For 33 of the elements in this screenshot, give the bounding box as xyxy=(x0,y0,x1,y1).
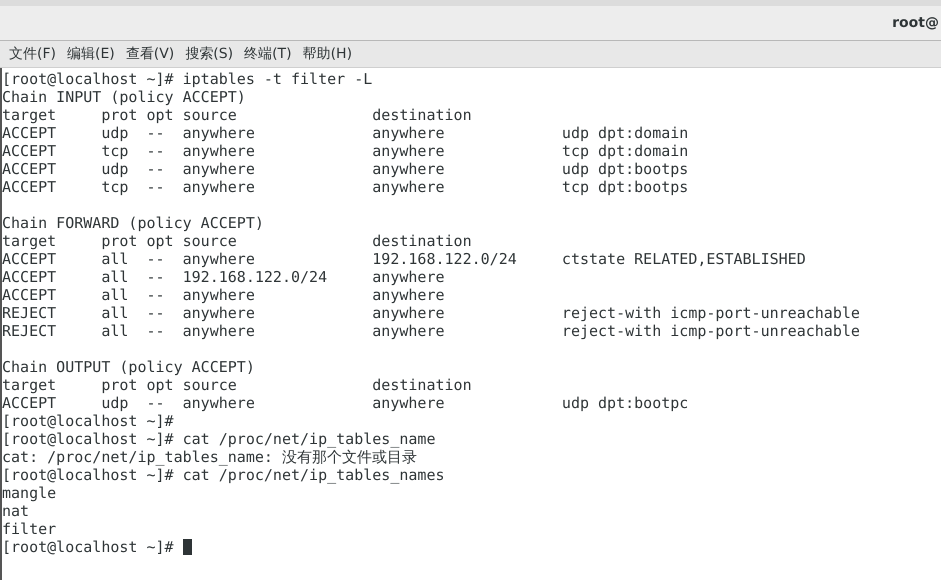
menu-item[interactable]: 搜索(S) xyxy=(180,44,238,64)
terminal-line: ACCEPT all -- anywhere 192.168.122.0/24 ctstate RELATED,ESTABLISHED xyxy=(2,250,806,268)
window-title: root@ xyxy=(892,14,939,32)
terminal-line: ACCEPT udp -- anywhere anywhere udp dpt:domain xyxy=(2,124,688,142)
terminal-line: [root@localhost ~]# xyxy=(2,412,174,430)
terminal-line: REJECT all -- anywhere anywhere reject-with icmp-port-unreachable xyxy=(2,322,860,340)
terminal-line: Chain FORWARD (policy ACCEPT) xyxy=(2,214,264,232)
terminal-line: ACCEPT tcp -- anywhere anywhere tcp dpt:domain xyxy=(2,142,688,160)
terminal-line: cat: /proc/net/ip_tables_name: 没有那个文件或目录 xyxy=(2,448,417,466)
cursor-icon xyxy=(182,539,192,555)
menu-item[interactable]: 文件(F) xyxy=(4,44,61,64)
terminal-line: ACCEPT tcp -- anywhere anywhere tcp dpt:bootps xyxy=(2,178,688,196)
terminal-line: ACCEPT udp -- anywhere anywhere udp dpt:bootpc xyxy=(2,394,688,412)
menu-item[interactable]: 帮助(H) xyxy=(298,44,358,64)
menu-item[interactable]: 编辑(E) xyxy=(62,44,120,64)
terminal-line: target prot opt source destination xyxy=(2,106,472,124)
terminal-line: [root@localhost ~]# iptables -t filter -L xyxy=(2,70,372,88)
terminal-line: mangle xyxy=(2,484,56,502)
terminal-line: [root@localhost ~]# cat /proc/net/ip_tables_name xyxy=(2,430,436,448)
terminal-line: ACCEPT udp -- anywhere anywhere udp dpt:bootps xyxy=(2,160,688,178)
terminal-line: filter xyxy=(2,520,56,538)
terminal-line: [root@localhost ~]# cat /proc/net/ip_tables_names xyxy=(2,466,445,484)
terminal-line: ACCEPT all -- anywhere anywhere xyxy=(2,286,445,304)
terminal-line: Chain INPUT (policy ACCEPT) xyxy=(2,88,246,106)
terminal-line: target prot opt source destination xyxy=(2,232,472,250)
terminal-line: [root@localhost ~]# xyxy=(2,538,175,556)
terminal-line: nat xyxy=(2,502,30,520)
menu-item[interactable]: 终端(T) xyxy=(239,44,297,64)
terminal-line: Chain OUTPUT (policy ACCEPT) xyxy=(2,358,255,376)
terminal-line: ACCEPT all -- 192.168.122.0/24 anywhere xyxy=(2,268,445,286)
menu-item[interactable]: 查看(V) xyxy=(120,44,180,64)
terminal-line: REJECT all -- anywhere anywhere reject-with icmp-port-unreachable xyxy=(2,304,860,322)
terminal-line: target prot opt source destination xyxy=(2,376,472,394)
